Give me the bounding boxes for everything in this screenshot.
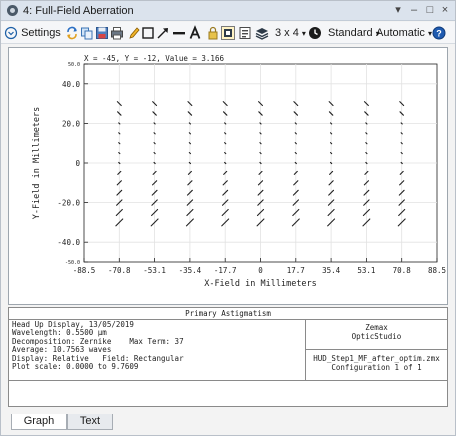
clock-button[interactable]: [308, 25, 322, 41]
layers-icon: [255, 28, 269, 40]
x-tick-label: 0: [258, 266, 263, 275]
draw-line-button[interactable]: [172, 25, 186, 41]
copy-icon: [81, 27, 93, 40]
text-icon: [189, 25, 201, 39]
help-icon: ?: [432, 26, 446, 40]
app-icon: [7, 5, 18, 16]
view-tabs: Graph Text: [1, 412, 455, 436]
window-icon: [221, 26, 235, 40]
lock-button[interactable]: [207, 25, 219, 41]
info-divider-bottom: [9, 380, 447, 381]
tab-graph[interactable]: Graph: [11, 414, 67, 430]
line-icon: [173, 32, 185, 35]
y-tick-label: 40.0: [62, 80, 81, 89]
x-tick-label: -17.7: [214, 266, 237, 275]
export-icon: [239, 27, 251, 39]
y-tick-label: 20.0: [62, 119, 81, 128]
info-line: Plot scale: 0.0000 to 9.7609: [12, 362, 139, 372]
x-tick-label: -70.8: [108, 266, 131, 275]
settings-button[interactable]: Settings: [4, 25, 61, 41]
refresh-button[interactable]: [65, 25, 79, 41]
y-tick-label: 0: [75, 159, 80, 168]
product-name: OpticStudio: [351, 332, 402, 341]
x-tick-label: -53.1: [143, 266, 166, 275]
x-tick-label: -35.4: [179, 266, 202, 275]
refresh-icon: [67, 26, 77, 40]
clock-icon: [309, 27, 321, 39]
x-tick-label: 35.4: [322, 266, 341, 275]
window-menu-button[interactable]: ▾: [390, 2, 406, 19]
draw-rectangle-button[interactable]: [141, 25, 155, 41]
settings-chevron-icon: [4, 26, 18, 40]
print-button[interactable]: [110, 25, 124, 41]
help-button[interactable]: ?: [432, 25, 446, 41]
arrow-icon: [157, 28, 168, 39]
toolbar: Settings 3 x 4 ▾ Standard ▾ Automatic ▾ …: [1, 22, 455, 44]
x-tick-label: 88.5: [428, 266, 446, 275]
vendor-info: Zemax OpticStudio: [306, 320, 447, 350]
tab-text[interactable]: Text: [67, 414, 113, 430]
save-icon: [96, 27, 108, 39]
x-tick-label: 70.8: [393, 266, 412, 275]
info-details: Head Up Display, 13/05/2019 Wavelength: …: [12, 320, 304, 381]
pencil-icon: [129, 27, 140, 39]
info-box: Primary Astigmatism Head Up Display, 13/…: [8, 307, 448, 407]
y-axis-label: Y-Field in Millimeters: [32, 107, 42, 220]
file-name: HUD_Step1_MF_after_optim.zmx: [313, 354, 440, 363]
y-tick-label: -20.0: [57, 199, 80, 208]
cursor-readout: X = -45, Y = -12, Value = 3.166: [84, 54, 224, 63]
lock-icon: [208, 26, 218, 40]
graph-panel[interactable]: X = -45, Y = -12, Value = 3.166 50.0 40.0…: [8, 47, 448, 305]
y-tick-label: 50.0: [68, 62, 80, 68]
file-info: HUD_Step1_MF_after_optim.zmx Configurati…: [306, 351, 447, 380]
layers-button[interactable]: [255, 25, 269, 41]
chevron-down-icon: ▾: [301, 29, 306, 38]
close-button[interactable]: ×: [437, 2, 453, 19]
y-tick-label: -40.0: [57, 238, 80, 247]
copy-button[interactable]: [80, 25, 94, 41]
automatic-dropdown[interactable]: Automatic ▾: [376, 25, 432, 41]
window-title: 4: Full-Field Aberration: [23, 5, 134, 17]
info-title: Primary Astigmatism: [9, 308, 447, 320]
x-tick-label: 53.1: [357, 266, 375, 275]
grid-layout-dropdown[interactable]: 3 x 4 ▾: [275, 25, 306, 41]
x-tick-label: -88.5: [73, 266, 96, 275]
print-icon: [111, 27, 123, 40]
save-button[interactable]: [95, 25, 109, 41]
automatic-label: Automatic: [376, 27, 425, 39]
full-field-aberration-window: 4: Full-Field Aberration ▾ – □ × Setting…: [0, 0, 456, 436]
grid-layout-label: 3 x 4: [275, 27, 299, 39]
standard-label: Standard: [328, 27, 373, 39]
draw-pencil-button[interactable]: [128, 25, 140, 41]
svg-text:?: ?: [436, 29, 442, 39]
title-bar: 4: Full-Field Aberration ▾ – □ ×: [1, 1, 455, 21]
export-button[interactable]: [238, 25, 252, 41]
x-axis-label: X-Field in Millimeters: [204, 279, 317, 289]
draw-text-button[interactable]: [189, 25, 201, 41]
y-axis-ticks: 50.040.020.00-20.0-40.0-50.0: [57, 62, 88, 266]
rectangle-icon: [142, 27, 154, 39]
minimize-button[interactable]: –: [406, 2, 422, 19]
vendor-name: Zemax: [365, 323, 388, 332]
standard-dropdown[interactable]: Standard ▾: [328, 25, 380, 41]
window-toggle-button[interactable]: [221, 25, 235, 41]
x-tick-label: 17.7: [287, 266, 305, 275]
draw-arrow-button[interactable]: [156, 25, 170, 41]
settings-label: Settings: [21, 27, 61, 39]
aberration-plot[interactable]: X = -45, Y = -12, Value = 3.166 50.0 40.0…: [9, 48, 447, 304]
configuration: Configuration 1 of 1: [331, 363, 422, 372]
restore-button[interactable]: □: [422, 2, 438, 19]
